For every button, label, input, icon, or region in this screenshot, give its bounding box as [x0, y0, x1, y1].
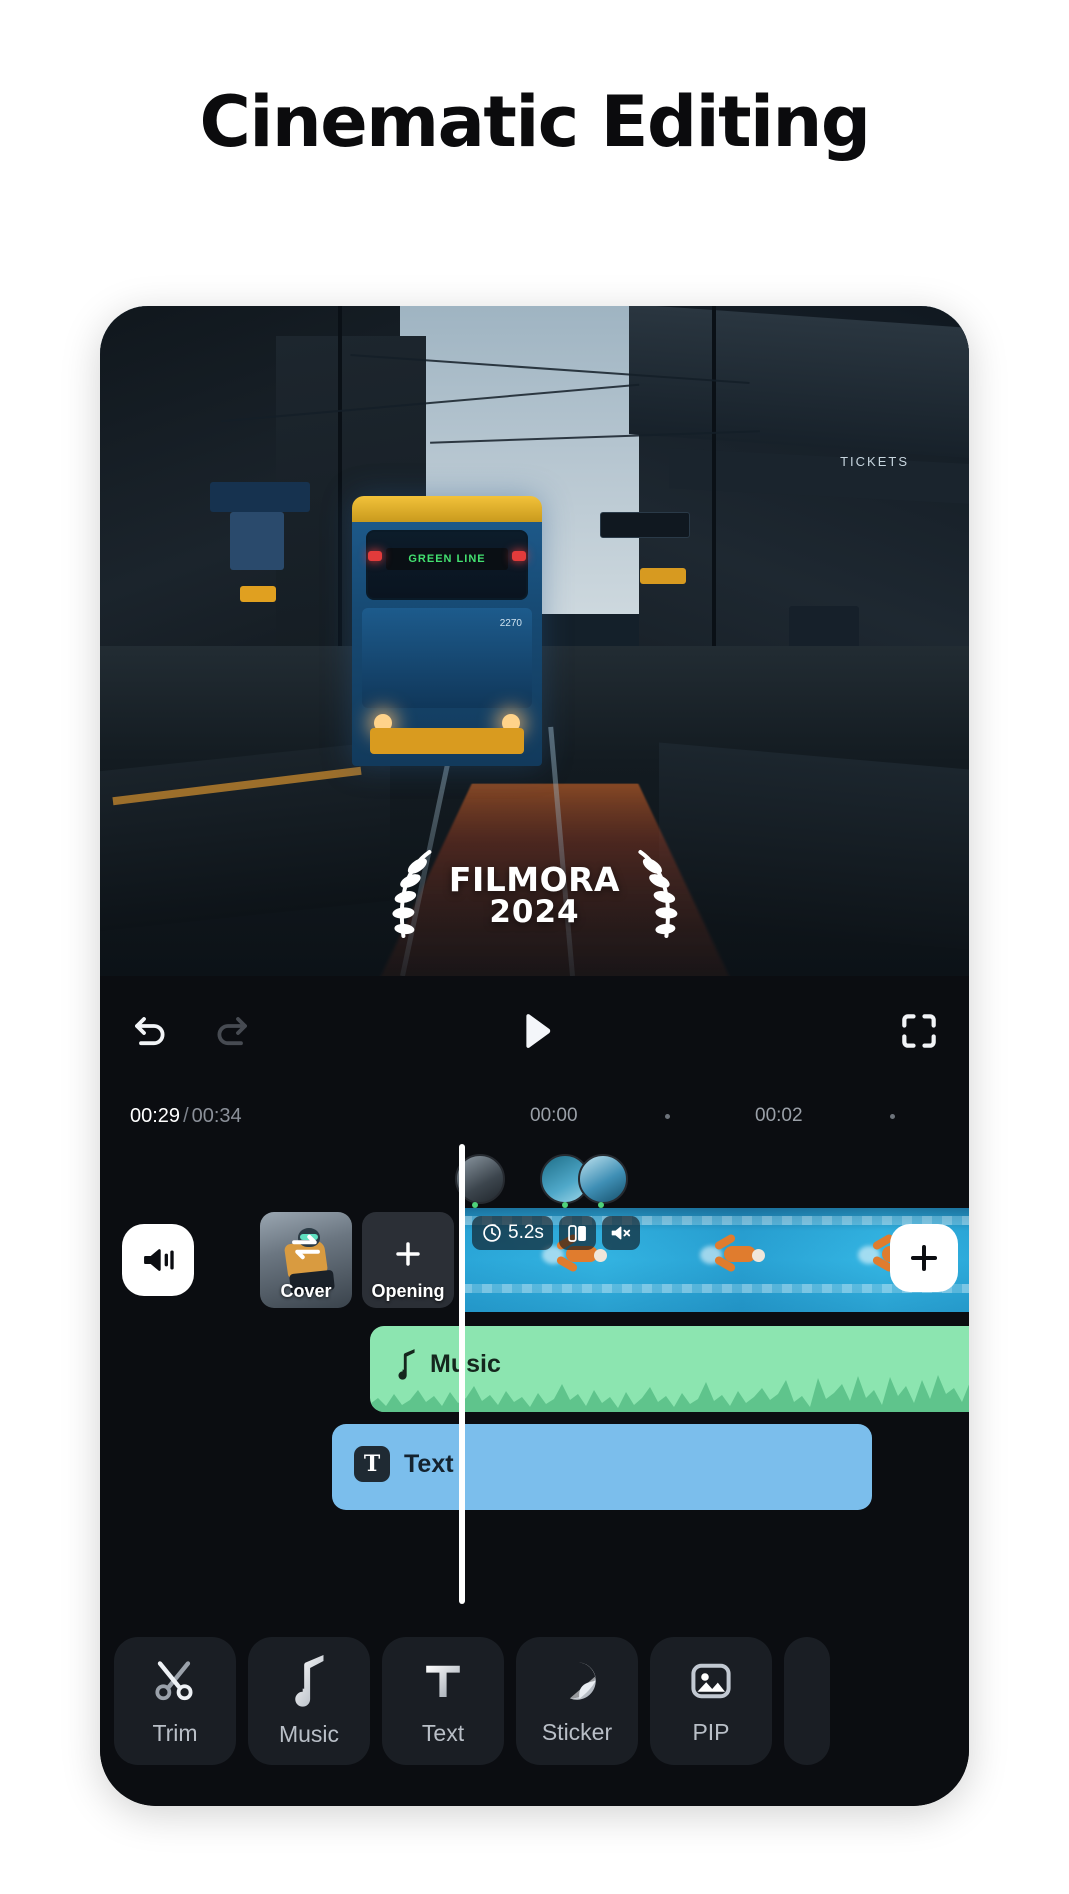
timeline-area[interactable]: Cover Opening 5.2s Music T Text: [100, 1148, 969, 1588]
opening-chip-button[interactable]: Opening: [362, 1212, 454, 1308]
transition-swap-icon: [292, 1234, 320, 1259]
scissors-icon: [155, 1660, 193, 1700]
split-screen-icon: [568, 1224, 586, 1242]
plus-icon: [910, 1244, 938, 1272]
swimmer-2: [700, 1233, 765, 1278]
tram-roof: [352, 496, 542, 522]
ruler-tick-2: 00:02: [755, 1105, 803, 1126]
text-t-icon: [426, 1665, 460, 1697]
filmora-watermark: FILMORA 2024: [387, 848, 682, 944]
watermark-name: FILMORA: [448, 860, 621, 900]
tram-marker-light-left: [368, 551, 382, 561]
time-separator: /: [183, 1105, 189, 1127]
platform-right: [659, 742, 969, 950]
ruler-tick-0: 00:00: [530, 1105, 578, 1126]
redo-button[interactable]: [208, 1007, 256, 1055]
music-note-icon: [398, 1349, 415, 1380]
picture-in-picture-icon: [691, 1663, 731, 1698]
timeline-playhead[interactable]: [459, 1144, 465, 1604]
bottom-toolbar: Trim Music Text Sticker PIP: [100, 1596, 969, 1806]
street-sign-f: [640, 568, 686, 584]
undo-arrow-icon: [135, 1017, 165, 1046]
cover-chip-button[interactable]: Cover: [260, 1212, 352, 1308]
volume-muted-icon: [611, 1226, 631, 1240]
tool-overflow-partial[interactable]: [784, 1637, 830, 1765]
play-triangle-icon: [525, 1014, 550, 1048]
laurel-left-icon: [391, 850, 431, 938]
fullscreen-button[interactable]: [897, 1009, 941, 1053]
departure-board: [600, 512, 690, 538]
clip-mute-badge[interactable]: [601, 1216, 640, 1250]
total-time: 00:34: [191, 1105, 242, 1127]
opening-chip-label: Opening: [371, 1281, 445, 1301]
player-control-bar: [100, 976, 969, 1086]
volume-on-icon: [144, 1249, 174, 1271]
clip-badge-group: 5.2s: [472, 1216, 640, 1250]
tool-label: Music: [278, 1720, 340, 1747]
speed-clock-icon: [483, 1224, 501, 1242]
timeline-ruler[interactable]: 00:29/00:34 00:00 00:02: [100, 1086, 969, 1148]
tool-label: Sticker: [541, 1718, 613, 1745]
redo-arrow-icon: [217, 1017, 247, 1046]
light-rail-tram: GREEN LINE 2270: [352, 496, 542, 766]
music-note-icon: [295, 1654, 324, 1707]
clip-speed-badge[interactable]: 5.2s: [472, 1216, 553, 1250]
tool-pip[interactable]: PIP: [650, 1637, 772, 1765]
text-track-label: Text: [404, 1449, 454, 1478]
tool-music[interactable]: Music: [248, 1637, 370, 1765]
platform-sign-a: [210, 482, 310, 512]
undo-button[interactable]: [126, 1007, 174, 1055]
clip-split-badge[interactable]: [558, 1216, 596, 1250]
text-track-clip[interactable]: T Text: [332, 1424, 872, 1510]
video-track-row: Cover Opening 5.2s: [100, 1202, 969, 1312]
phone-mockup: TICKETS GREEN LINE 2270 FILMORA 2024 00:…: [100, 306, 969, 1806]
ruler-tick-dot-3: [890, 1114, 895, 1119]
ruler-tick-dot-1: [665, 1114, 670, 1119]
cover-chip-label: Cover: [280, 1281, 332, 1301]
page-title: Cinematic Editing: [199, 81, 872, 163]
music-track-label: Music: [430, 1349, 501, 1378]
swimmer-head: [752, 1249, 765, 1262]
text-track-header: T Text: [354, 1446, 454, 1482]
music-track-header: Music: [392, 1348, 501, 1380]
text-t-icon: T: [354, 1446, 390, 1482]
clip-speed-label: 5.2s: [508, 1222, 544, 1243]
tram-destination-sign: GREEN LINE: [386, 548, 508, 570]
station-canopy: [629, 306, 969, 458]
play-button[interactable]: [512, 1008, 558, 1054]
add-clip-button[interactable]: [890, 1224, 958, 1292]
watermark-year: 2024: [489, 894, 580, 931]
tool-label: PIP: [692, 1718, 730, 1745]
pool-lane-rope-2: [462, 1284, 969, 1293]
timecode-display: 00:29/00:34: [130, 1105, 242, 1128]
track-volume-button[interactable]: [122, 1224, 194, 1296]
tool-label: Text: [421, 1719, 465, 1746]
watermark-text: FILMORA 2024: [449, 863, 620, 928]
laurel-right-icon: [638, 850, 678, 938]
clip-keyframe-dots: [466, 1202, 969, 1210]
keyframe-dot[interactable]: [472, 1202, 478, 1208]
video-preview[interactable]: TICKETS GREEN LINE 2270 FILMORA 2024: [100, 306, 969, 976]
plus-icon: [396, 1242, 420, 1266]
page-root: Cinematic Editing TICKETS GREEN LINE 227…: [0, 0, 1069, 1894]
keyframe-dot[interactable]: [562, 1202, 568, 1208]
transition-thumbnails-row: [100, 1148, 969, 1210]
current-time: 00:29: [130, 1105, 181, 1127]
tickets-sign: TICKETS: [840, 454, 909, 469]
tram-front-skirt: [370, 728, 524, 754]
transition-thumbnail-3[interactable]: [578, 1154, 628, 1204]
tool-sticker[interactable]: Sticker: [516, 1637, 638, 1765]
sticker-icon: [569, 1661, 596, 1700]
tool-text[interactable]: Text: [382, 1637, 504, 1765]
swimmer-head: [594, 1249, 607, 1262]
tool-trim[interactable]: Trim: [114, 1637, 236, 1765]
expand-corners-icon: [902, 1014, 936, 1048]
tool-label: Trim: [152, 1719, 198, 1746]
tram-marker-light-right: [512, 551, 526, 561]
keyframe-dot[interactable]: [598, 1202, 604, 1208]
platform-sign-c: [240, 586, 276, 602]
tram-fleet-number: 2270: [499, 618, 522, 629]
platform-sign-b: [230, 512, 284, 570]
